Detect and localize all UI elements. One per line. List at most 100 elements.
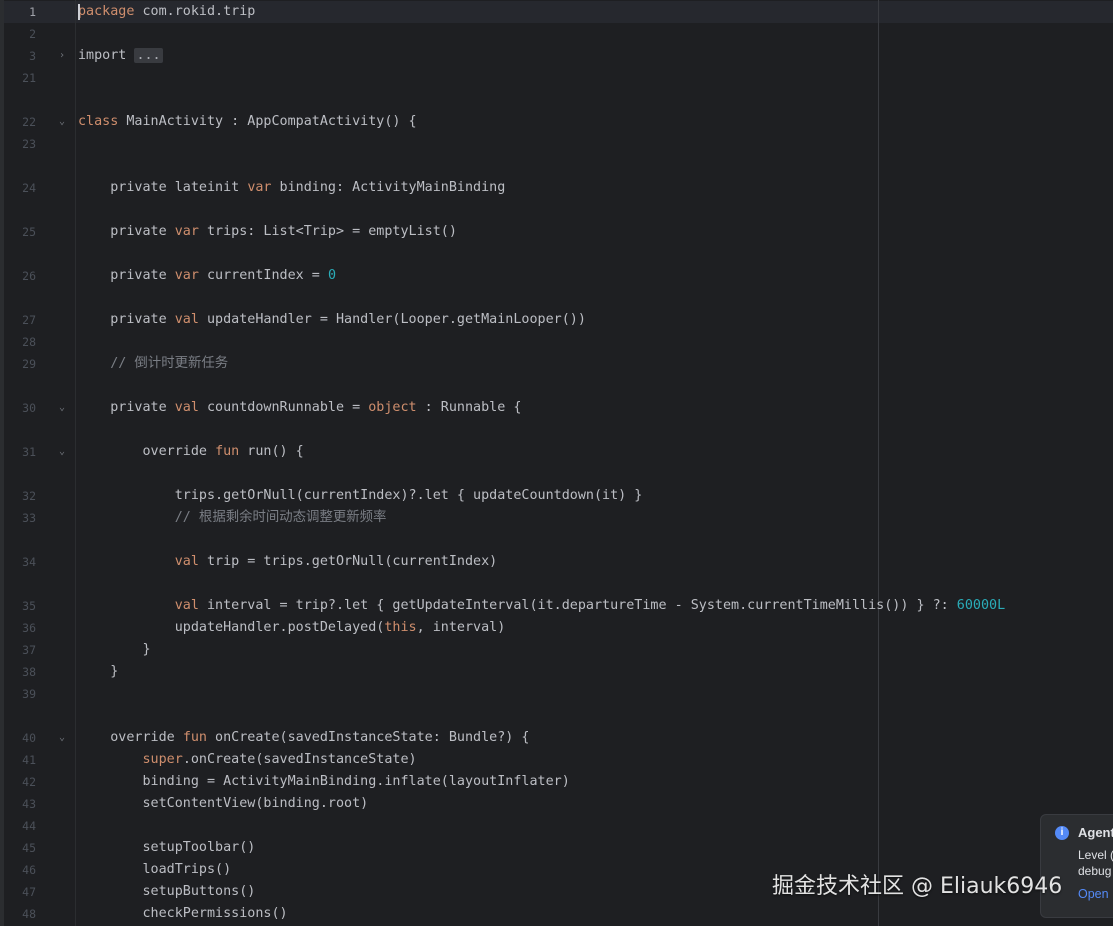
code-line[interactable]: 28: [0, 331, 1113, 353]
collapse-fold-icon[interactable]: ⌄: [55, 111, 69, 133]
code-line[interactable]: 21: [0, 67, 1113, 89]
code-line[interactable]: 41 super.onCreate(savedInstanceState): [0, 749, 1113, 771]
code-text[interactable]: override fun run() {: [78, 441, 303, 463]
code-text[interactable]: // 倒计时更新任务: [78, 353, 228, 375]
code-token: , interval): [416, 620, 506, 635]
code-text[interactable]: val interval = trip?.let { getUpdateInte…: [78, 595, 1005, 617]
code-line[interactable]: 30 ⌄ private val countdownRunnable = obje…: [0, 397, 1113, 419]
notification-body: Level ( debug: [1078, 847, 1113, 879]
code-text[interactable]: private lateinit var binding: ActivityMa…: [78, 177, 505, 199]
code-text[interactable]: // 根据剩余时间动态调整更新频率: [78, 507, 387, 529]
code-token: trip = trips.getOrNull(currentIndex): [198, 554, 498, 569]
line-number: 22: [22, 115, 36, 129]
collapse-fold-icon[interactable]: ⌄: [55, 397, 69, 419]
code-token: setupToolbar(): [78, 840, 256, 855]
code-token: // 根据剩余时间动态调整更新频率: [78, 510, 387, 525]
code-text[interactable]: private var trips: List<Trip> = emptyLis…: [78, 221, 457, 243]
text-caret: [78, 4, 80, 20]
code-line[interactable]: 34 val trip = trips.getOrNull(currentInd…: [0, 551, 1113, 573]
code-text[interactable]: setContentView(binding.root): [78, 793, 368, 815]
code-text[interactable]: private var currentIndex = 0: [78, 265, 336, 287]
code-token: binding = ActivityMainBinding.inflate(la…: [78, 774, 570, 789]
code-line[interactable]: 37 }: [0, 639, 1113, 661]
code-line[interactable]: 43 setContentView(binding.root): [0, 793, 1113, 815]
line-number: 24: [22, 181, 36, 195]
code-token: countdownRunnable =: [198, 400, 369, 415]
code-line[interactable]: 35 val interval = trip?.let { getUpdateI…: [0, 595, 1113, 617]
code-text[interactable]: updateHandler.postDelayed(this, interval…: [78, 617, 506, 639]
code-text[interactable]: val trip = trips.getOrNull(currentIndex): [78, 551, 497, 573]
code-token: 60000L: [956, 598, 1006, 613]
code-text[interactable]: setupButtons(): [78, 881, 255, 903]
code-text[interactable]: private val updateHandler = Handler(Loop…: [78, 309, 586, 331]
code-text[interactable]: trips.getOrNull(currentIndex)?.let { upd…: [78, 485, 643, 507]
code-line[interactable]: 3 › import ...: [0, 45, 1113, 67]
code-text[interactable]: super.onCreate(savedInstanceState): [78, 749, 417, 771]
line-number: 21: [22, 71, 36, 85]
code-line[interactable]: 45 setupToolbar(): [0, 837, 1113, 859]
code-text[interactable]: override fun onCreate(savedInstanceState…: [78, 727, 529, 749]
line-number: 38: [22, 665, 36, 679]
code-token: val: [174, 554, 199, 569]
line-number: 45: [22, 841, 36, 855]
code-line[interactable]: 27 private val updateHandler = Handler(L…: [0, 309, 1113, 331]
code-text[interactable]: }: [78, 661, 118, 683]
line-number: 23: [22, 137, 36, 151]
code-token: private lateinit: [78, 180, 248, 195]
line-number: 31: [22, 445, 36, 459]
code-line[interactable]: 40 ⌄ override fun onCreate(savedInstanceS…: [0, 727, 1113, 749]
code-token: override: [78, 730, 183, 745]
code-line[interactable]: 23: [0, 133, 1113, 155]
code-text[interactable]: private val countdownRunnable = object :…: [78, 397, 521, 419]
code-token: MainActivity : AppCompatActivity() {: [118, 114, 417, 129]
line-number: 47: [22, 885, 36, 899]
code-token: fun: [182, 730, 207, 745]
code-line[interactable]: 44: [0, 815, 1113, 837]
expand-fold-icon[interactable]: ›: [55, 45, 69, 67]
code-line[interactable]: 39: [0, 683, 1113, 705]
code-token: private: [78, 400, 175, 415]
line-number: 48: [22, 907, 36, 921]
code-line[interactable]: 38 }: [0, 661, 1113, 683]
code-token: interval = trip?.let { getUpdateInterval…: [198, 598, 957, 613]
code-line[interactable]: 29 // 倒计时更新任务: [0, 353, 1113, 375]
code-line[interactable]: 26 private var currentIndex = 0: [0, 265, 1113, 287]
code-token: private: [78, 224, 175, 239]
code-line[interactable]: 32 trips.getOrNull(currentIndex)?.let { …: [0, 485, 1113, 507]
code-line[interactable]: 31 ⌄ override fun run() {: [0, 441, 1113, 463]
code-text[interactable]: package com.rokid.trip: [78, 1, 255, 23]
code-token: .onCreate(savedInstanceState): [182, 752, 417, 767]
code-text[interactable]: class MainActivity : AppCompatActivity()…: [78, 111, 417, 133]
code-editor[interactable]: 1 package com.rokid.trip 2 3 › import ... 21 22…: [0, 0, 1113, 926]
line-number: 33: [22, 511, 36, 525]
collapse-fold-icon[interactable]: ⌄: [55, 441, 69, 463]
code-line[interactable]: 1 package com.rokid.trip: [0, 1, 1113, 23]
code-line[interactable]: 25 private var trips: List<Trip> = empty…: [0, 221, 1113, 243]
notification-open-link[interactable]: Open: [1078, 887, 1109, 901]
code-line[interactable]: 24 private lateinit var binding: Activit…: [0, 177, 1113, 199]
code-line[interactable]: 36 updateHandler.postDelayed(this, inter…: [0, 617, 1113, 639]
agent-notification[interactable]: i Agent Level ( debug Open: [1040, 814, 1113, 918]
line-number: 43: [22, 797, 36, 811]
code-token: var: [174, 268, 199, 283]
code-text[interactable]: checkPermissions(): [78, 903, 287, 925]
code-line[interactable]: 2: [0, 23, 1113, 45]
code-text[interactable]: loadTrips(): [78, 859, 231, 881]
code-line[interactable]: 22 ⌄ class MainActivity : AppCompatActivit…: [0, 111, 1113, 133]
code-text[interactable]: setupToolbar(): [78, 837, 255, 859]
folded-imports[interactable]: ...: [134, 48, 163, 63]
collapse-fold-icon[interactable]: ⌄: [55, 727, 69, 749]
code-token: com.rokid.trip: [134, 4, 256, 19]
line-number: 46: [22, 863, 36, 877]
line-number: 42: [22, 775, 36, 789]
code-text[interactable]: binding = ActivityMainBinding.inflate(la…: [78, 771, 570, 793]
line-number: 39: [22, 687, 36, 701]
code-line[interactable]: 48 checkPermissions(): [0, 903, 1113, 925]
code-token: var: [174, 224, 199, 239]
code-text[interactable]: }: [78, 639, 150, 661]
code-line[interactable]: 33 // 根据剩余时间动态调整更新频率: [0, 507, 1113, 529]
code-line[interactable]: 42 binding = ActivityMainBinding.inflate…: [0, 771, 1113, 793]
code-text[interactable]: import ...: [78, 45, 163, 67]
